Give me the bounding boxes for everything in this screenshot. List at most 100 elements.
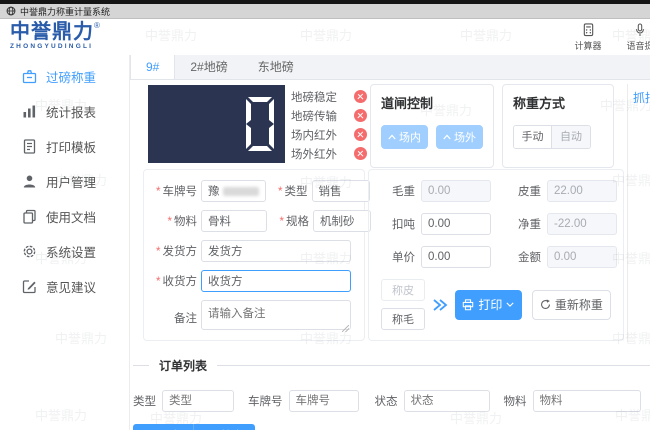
- status-error-icon: [354, 147, 367, 160]
- filter-status-label: 状态: [374, 396, 398, 408]
- calculator-tool[interactable]: 计算器: [570, 23, 606, 52]
- gate-control-panel: 道闸控制 场内 场外: [370, 84, 494, 168]
- plate-redacted-blur: [222, 186, 259, 196]
- gate-inside-button[interactable]: 场内: [381, 125, 428, 149]
- net-input: [547, 213, 617, 235]
- sidebar-item-print-template[interactable]: 打印模板: [0, 129, 129, 164]
- shipper-input[interactable]: [201, 240, 351, 262]
- order-list-divider: 订单列表: [133, 357, 650, 374]
- tab-scale-east[interactable]: 东地磅: [243, 55, 309, 79]
- scale-status-list: 地磅稳定 地磅传输 场内红外 场外红外: [291, 87, 367, 163]
- receiver-input[interactable]: [201, 270, 351, 292]
- main-area: 9# 2#地磅 东地磅 地磅稳定 地磅传输 场内红外 场外红外 道闸控制 场内 …: [130, 55, 650, 430]
- tare-label: 皮重: [518, 186, 541, 198]
- weigh-mode-title: 称重方式: [513, 96, 566, 111]
- remark-textarea[interactable]: [201, 300, 351, 330]
- status-error-icon: [354, 109, 367, 122]
- status-row: 地磅传输: [291, 106, 367, 125]
- status-label: 场内红外: [291, 129, 337, 142]
- status-error-icon: [354, 90, 367, 103]
- status-label: 场外红外: [291, 148, 337, 161]
- net-label: 净重: [518, 219, 541, 231]
- order-filters: 类型 车牌号 状态 物料: [133, 390, 650, 412]
- weights-panel: 毛重 皮重 扣吨 净重 单价 金额: [368, 169, 624, 341]
- calculator-label: 计算器: [574, 41, 602, 51]
- amount-input: [547, 246, 617, 268]
- print-button[interactable]: 打印: [455, 289, 522, 320]
- sidebar-item-label: 用户管理: [46, 176, 97, 190]
- price-label: 单价: [392, 252, 415, 264]
- mode-auto-option[interactable]: 自动: [552, 126, 590, 148]
- sidebar-item-feedback[interactable]: 意见建议: [0, 269, 129, 304]
- filter-buttons: 更多 搜索: [133, 424, 650, 430]
- app-header: 中誉鼎力® ZHONGYUDINGLI 计算器 语音提: [0, 19, 650, 55]
- voice-label: 语音提: [626, 41, 650, 51]
- gate-outside-label: 场外: [454, 132, 476, 144]
- sidebar-item-label: 打印模板: [46, 141, 97, 155]
- edit-icon: [22, 280, 36, 294]
- amount-label: 金额: [518, 252, 541, 264]
- microphone-icon: [636, 23, 644, 36]
- more-filters-button[interactable]: 更多: [133, 424, 194, 430]
- search-button[interactable]: 搜索: [194, 424, 255, 430]
- mode-manual-option[interactable]: 手动: [514, 126, 553, 148]
- chevron-up-icon: [443, 134, 451, 140]
- deduct-label: 扣吨: [392, 219, 415, 231]
- logo-subtext: ZHONGYUDINGLI: [10, 43, 94, 50]
- price-input[interactable]: [421, 246, 491, 268]
- deduct-input[interactable]: [421, 213, 491, 235]
- type-input[interactable]: [311, 180, 370, 202]
- window-title: 中誉鼎力称重计量系统: [20, 6, 111, 17]
- material-label: 物料: [151, 213, 197, 229]
- double-chevron-icon: [432, 298, 448, 312]
- document-icon: [23, 139, 36, 154]
- sidebar-item-label: 系统设置: [46, 246, 97, 260]
- tab-scale-9[interactable]: 9#: [131, 55, 176, 79]
- weigh-tare-button[interactable]: 称皮: [381, 279, 425, 301]
- type-label: 类型: [272, 183, 308, 199]
- filter-type-input[interactable]: [162, 390, 234, 412]
- filter-material-input[interactable]: [532, 390, 641, 412]
- vertical-divider: [627, 84, 628, 342]
- caret-down-icon: [506, 302, 514, 307]
- tab-scale-2[interactable]: 2#地磅: [175, 55, 242, 79]
- reweigh-button[interactable]: 重新称重: [531, 289, 611, 320]
- snapshot-link[interactable]: 抓拍: [633, 89, 650, 106]
- bar-chart-icon: [23, 105, 36, 118]
- sidebar-item-users[interactable]: 用户管理: [0, 164, 129, 199]
- user-icon: [23, 175, 36, 188]
- sidebar-item-weighing[interactable]: 过磅称重: [0, 59, 129, 94]
- gross-input: [421, 180, 491, 202]
- weigh-gross-button[interactable]: 称毛: [381, 308, 425, 330]
- logo-text: 中誉鼎力: [10, 21, 94, 43]
- sidebar-item-label: 统计报表: [46, 106, 97, 120]
- calculator-icon: [583, 23, 593, 37]
- sidebar-item-label: 使用文档: [46, 211, 97, 225]
- plate-input[interactable]: 豫: [201, 180, 266, 202]
- tare-input: [547, 180, 617, 202]
- status-row: 地磅稳定: [291, 87, 367, 106]
- seven-segment-digit: [246, 97, 274, 151]
- voice-tool[interactable]: 语音提: [622, 23, 650, 52]
- receiver-label: 收货方: [151, 273, 198, 289]
- status-label: 地磅稳定: [291, 91, 337, 104]
- vehicle-form: 车牌号 豫 类型 物料 规格 发货方: [143, 169, 371, 341]
- sidebar-item-settings[interactable]: 系统设置: [0, 234, 129, 269]
- scale-display: [148, 85, 285, 163]
- filter-material-label: 物料: [503, 396, 527, 408]
- remark-label: 备注: [174, 312, 197, 325]
- filter-plate-input[interactable]: [288, 390, 359, 412]
- material-input[interactable]: [201, 210, 267, 232]
- sidebar-item-docs[interactable]: 使用文档: [0, 199, 129, 234]
- filter-status-input[interactable]: [403, 390, 490, 412]
- app-window: 中誉鼎力称重计量系统 中誉鼎力® ZHONGYUDINGLI 计算器 语音提 过…: [0, 0, 650, 430]
- shipper-label: 发货方: [151, 243, 198, 259]
- order-list-section: 订单列表 类型 车牌号 状态 物料: [133, 357, 650, 430]
- gate-outside-button[interactable]: 场外: [436, 125, 483, 149]
- spec-input[interactable]: [313, 210, 371, 232]
- sidebar-item-reports[interactable]: 统计报表: [0, 94, 129, 129]
- status-label: 地磅传输: [291, 110, 337, 123]
- filter-type-label: 类型: [133, 396, 156, 408]
- status-row: 场内红外: [291, 125, 367, 144]
- gate-control-title: 道闸控制: [381, 96, 434, 111]
